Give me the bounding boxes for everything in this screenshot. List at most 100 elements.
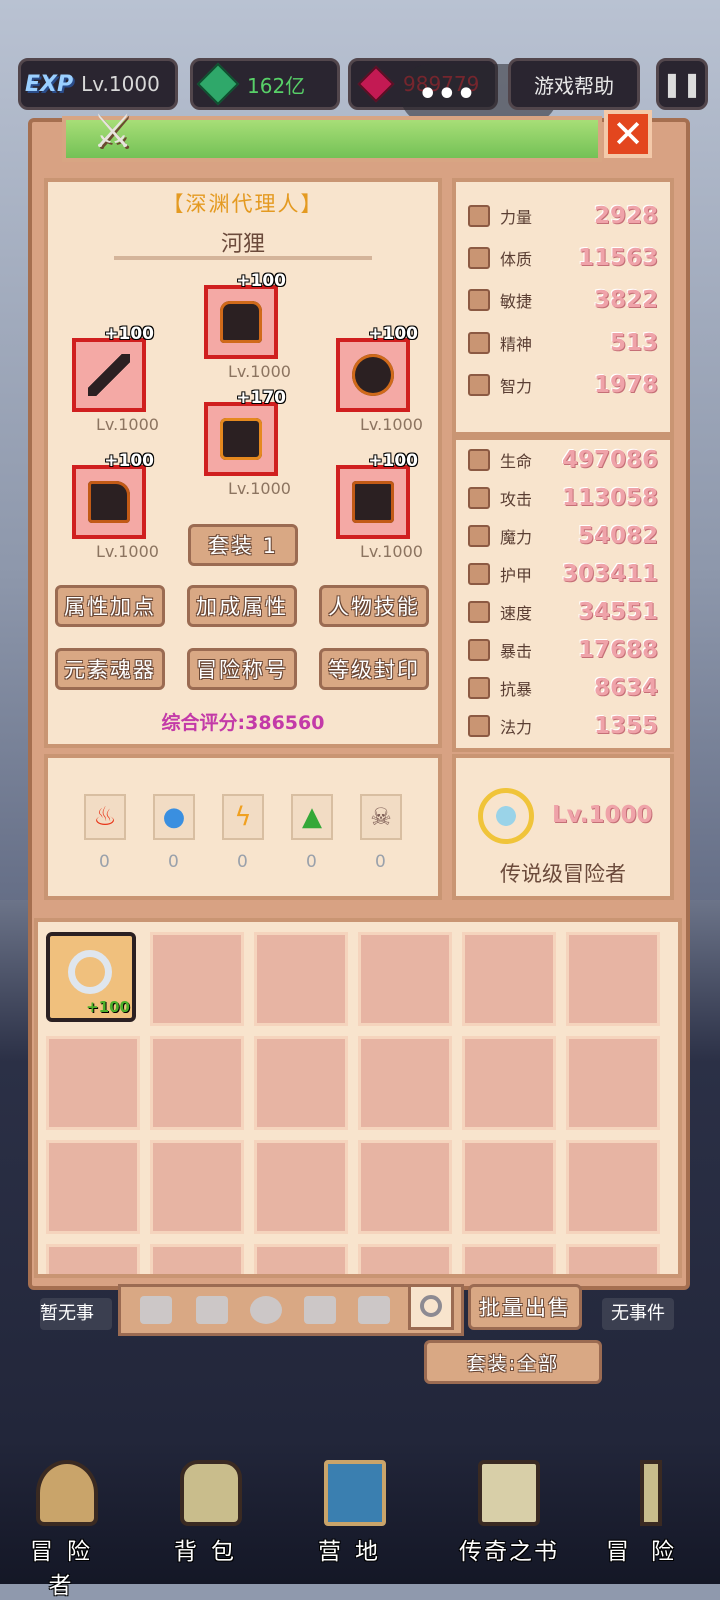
inventory-slot[interactable] [566,932,660,1026]
stat-value: 113058 [561,485,658,511]
stat-row-armor: 护甲 303411 [468,556,658,592]
equip-slot-armor[interactable]: +170 [204,388,286,476]
nav-camp[interactable]: 营地 [300,1460,410,1566]
equip-slot-weapon[interactable]: +100 [72,324,154,412]
armor-icon [220,418,262,460]
inventory-slot[interactable] [462,1244,556,1274]
stat-name: 魔力 [500,528,533,547]
inventory-slot[interactable] [150,1244,244,1274]
event-left: 暂无事 [40,1298,112,1330]
inventory-slot[interactable] [150,932,244,1026]
inventory-slot[interactable] [254,1140,348,1234]
crown-helmet-icon [36,1460,98,1526]
fire-icon: ♨ [93,802,117,832]
stat-row-magic: 魔力 54082 [468,518,658,554]
boots-icon [352,481,394,523]
inventory-slot[interactable] [46,1244,140,1274]
inventory-slot[interactable] [566,1036,660,1130]
inventory-slot[interactable] [462,1140,556,1234]
filter-weapon-icon[interactable] [140,1296,172,1324]
stat-name: 体质 [500,250,533,269]
equipment-set-button[interactable]: 套装 1 [188,524,298,566]
inventory-slot[interactable] [358,1140,452,1234]
gem-icon [196,62,240,106]
enhance-level: +100 [86,998,130,1016]
boot-icon [468,289,490,311]
nav-adventurer[interactable]: 冒险者 [12,1460,122,1600]
nav-legend-book[interactable]: 传奇之书 [444,1460,574,1566]
equipment-set-label: 套装 1 [207,534,279,558]
equip-slot-shield[interactable]: +100 [336,324,418,412]
ring-icon [420,1295,442,1317]
inventory-slot[interactable] [150,1140,244,1234]
shield-icon [352,354,394,396]
rank-title: 传说级冒险者 [500,862,626,886]
legend-emblem-icon [478,788,534,844]
equip-level: Lv.1000 [360,415,423,434]
fire-element[interactable]: ♨ [84,794,126,840]
adventure-title-button[interactable]: 冒险称号 [187,648,297,690]
element-count: 0 [99,852,110,872]
stat-name: 护甲 [500,566,533,585]
inventory-slot[interactable] [46,1140,140,1234]
inventory-slot[interactable] [358,1244,452,1274]
equip-level: Lv.1000 [96,415,159,434]
earth-element[interactable]: ▲ [291,794,333,840]
pause-icon: ❚❚ [661,70,703,98]
inventory-slot[interactable] [254,1036,348,1130]
dark-element[interactable]: ☠ [360,794,402,840]
inventory-slot[interactable] [254,932,348,1026]
nav-label: 冒险 [606,1539,696,1565]
inventory-slot[interactable] [358,1036,452,1130]
close-button[interactable]: ✕ [604,110,652,158]
bulk-sell-button[interactable]: 批量出售 [468,1284,582,1330]
pause-button[interactable]: ❚❚ [656,58,708,110]
crit-icon [468,639,490,661]
stat-value: 1355 [593,713,658,739]
stat-name: 敏捷 [500,292,533,311]
heart-icon [468,449,490,471]
ruby-icon [357,65,395,103]
inventory-slot[interactable] [566,1244,660,1274]
level-pill: EXP Lv.1000 [18,58,178,110]
lightning-element[interactable]: ϟ [222,794,264,840]
inventory-slot[interactable] [462,932,556,1026]
inventory-slot[interactable] [46,1036,140,1130]
filter-armor-icon[interactable] [304,1296,336,1324]
stat-value: 3822 [593,287,658,313]
filter-boots-icon[interactable] [358,1296,390,1324]
nav-adventure[interactable]: 冒险 [596,1460,706,1566]
water-element[interactable]: ● [153,794,195,840]
star-icon [468,332,490,354]
inventory-slot[interactable] [462,1036,556,1130]
more-icon[interactable]: ••• [418,77,476,112]
set-filter-dropdown[interactable]: 套装:全部 [424,1340,602,1384]
button-label: 等级封印 [328,658,420,682]
equip-level: Lv.1000 [360,542,423,561]
level-seal-button[interactable]: 等级封印 [319,648,429,690]
earth-icon: ▲ [302,802,322,832]
filter-shield-icon[interactable] [196,1296,228,1324]
bonus-attributes-button[interactable]: 加成属性 [187,585,297,627]
inventory-slot[interactable] [254,1244,348,1274]
book-icon [478,1460,540,1526]
inventory-item-ring[interactable]: +100 [46,932,136,1022]
element-soul-button[interactable]: 元素魂器 [55,648,165,690]
equip-slot-head[interactable]: +100 [204,271,286,359]
equip-slot-boots[interactable]: +100 [336,451,418,539]
crossed-swords-icon: ⚔ [92,104,134,158]
inventory-slot[interactable] [150,1036,244,1130]
boot-icon [468,601,490,623]
help-label: 游戏帮助 [534,73,614,98]
nav-backpack[interactable]: 背包 [156,1460,266,1566]
character-skills-button[interactable]: 人物技能 [319,585,429,627]
stat-row-agility: 敏捷 3822 [468,282,658,318]
help-button[interactable]: 游戏帮助 [508,58,640,110]
equip-slot-gloves[interactable]: +100 [72,451,154,539]
filter-ring-tab[interactable] [408,1284,454,1330]
filter-helmet-icon[interactable] [250,1296,282,1324]
attribute-points-button[interactable]: 属性加点 [55,585,165,627]
inventory-slot[interactable] [358,932,452,1026]
inventory-slot[interactable] [566,1140,660,1234]
enhance-level: +100 [104,324,154,344]
